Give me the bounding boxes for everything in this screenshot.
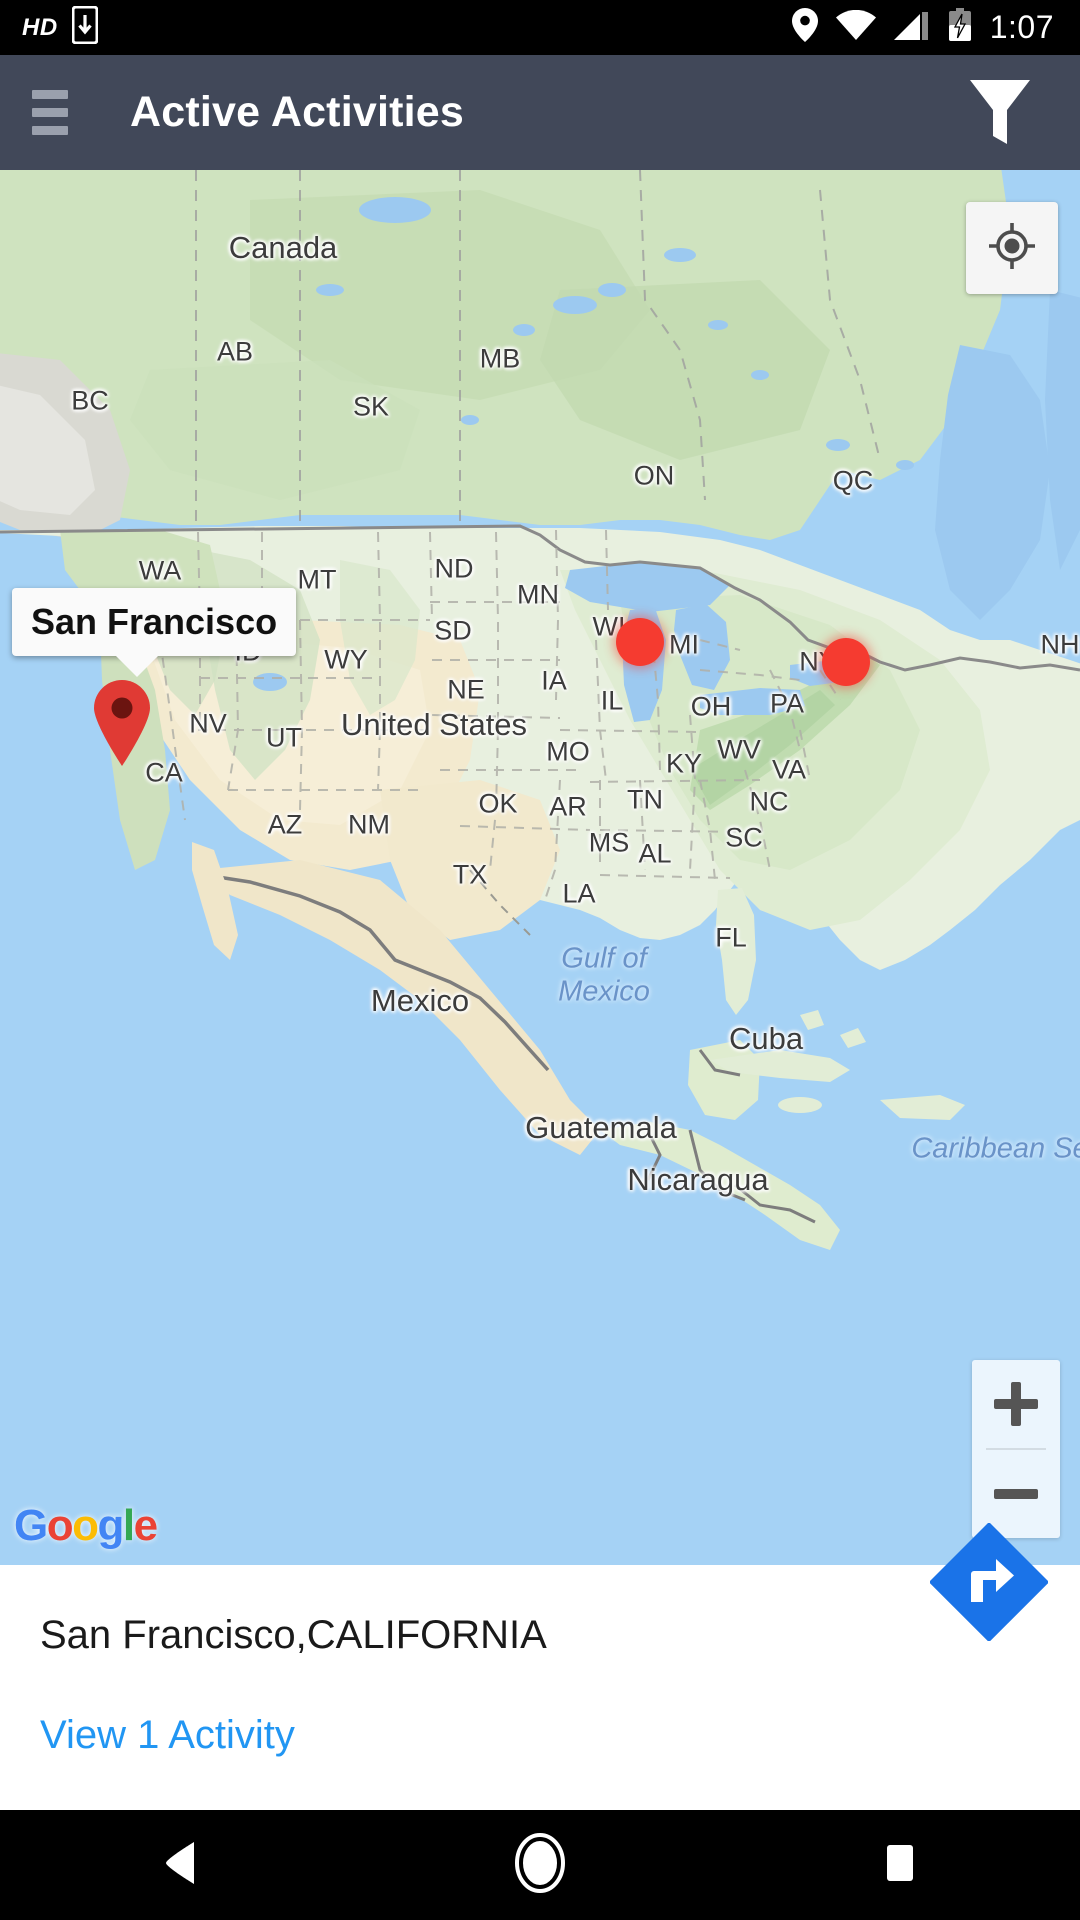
google-attribution-logo: Google xyxy=(14,1501,158,1551)
recents-button[interactable] xyxy=(820,1810,980,1920)
status-bar-clock: 1:07 xyxy=(989,9,1054,45)
place-info-panel: San Francisco,CALIFORNIA View 1 Activity xyxy=(0,1522,1080,1810)
hamburger-menu-icon[interactable] xyxy=(32,90,102,135)
hamburger-bar xyxy=(32,108,68,117)
back-button[interactable] xyxy=(100,1810,260,1920)
zoom-controls[interactable] xyxy=(972,1360,1060,1538)
home-button[interactable] xyxy=(460,1810,620,1920)
info-window-tail xyxy=(115,655,159,677)
battery-charging-icon xyxy=(948,8,972,47)
place-name-label: San Francisco,CALIFORNIA xyxy=(40,1613,547,1657)
map-info-window[interactable]: San Francisco xyxy=(12,588,297,677)
google-logo-letter: e xyxy=(133,1501,158,1550)
zoom-in-button[interactable] xyxy=(972,1360,1060,1448)
wifi-icon xyxy=(835,9,876,45)
plus-icon xyxy=(994,1382,1038,1426)
map-basemap xyxy=(0,170,1080,1565)
page-title: Active Activities xyxy=(130,88,465,136)
wisconsin-marker[interactable] xyxy=(616,618,664,666)
recents-square-icon xyxy=(879,1842,921,1889)
map-view[interactable]: Google CanadaBCABSKMBONQCWAMTNDMNIDSDWIM… xyxy=(0,170,1080,1565)
back-triangle-icon xyxy=(160,1840,200,1891)
filter-funnel-icon[interactable] xyxy=(960,73,1040,153)
my-location-crosshair-icon xyxy=(986,220,1038,277)
view-activity-link[interactable]: View 1 Activity xyxy=(40,1713,295,1758)
google-logo-letter: l xyxy=(122,1501,135,1550)
newyork-marker[interactable] xyxy=(822,638,870,686)
status-bar-right: 1:07 xyxy=(791,8,1080,47)
san-francisco-pin-marker[interactable] xyxy=(90,680,154,766)
my-location-button[interactable] xyxy=(966,202,1058,294)
cellular-signal-icon xyxy=(893,10,930,45)
info-window-title: San Francisco xyxy=(31,601,278,642)
phone-screen: HD 1:07 Active Activities G o o g l e Ca… xyxy=(0,0,1080,1920)
google-logo-letter: g xyxy=(97,1501,125,1550)
directions-fab-button[interactable] xyxy=(928,1522,1050,1643)
google-logo-letter: o xyxy=(46,1501,74,1550)
google-logo-letter: o xyxy=(72,1501,99,1550)
app-bar: Active Activities xyxy=(0,55,1080,170)
status-bar: HD 1:07 xyxy=(0,0,1080,55)
status-bar-left: HD xyxy=(0,5,99,49)
hamburger-bar xyxy=(32,126,68,135)
android-navigation-bar xyxy=(0,1810,1080,1920)
download-to-device-icon xyxy=(71,5,99,49)
hamburger-bar xyxy=(32,90,68,99)
location-pin-icon xyxy=(791,8,818,47)
hd-label: HD xyxy=(22,13,58,41)
minus-icon xyxy=(994,1472,1038,1516)
google-logo-letter: G xyxy=(14,1501,48,1550)
home-circle-icon xyxy=(510,1832,570,1898)
